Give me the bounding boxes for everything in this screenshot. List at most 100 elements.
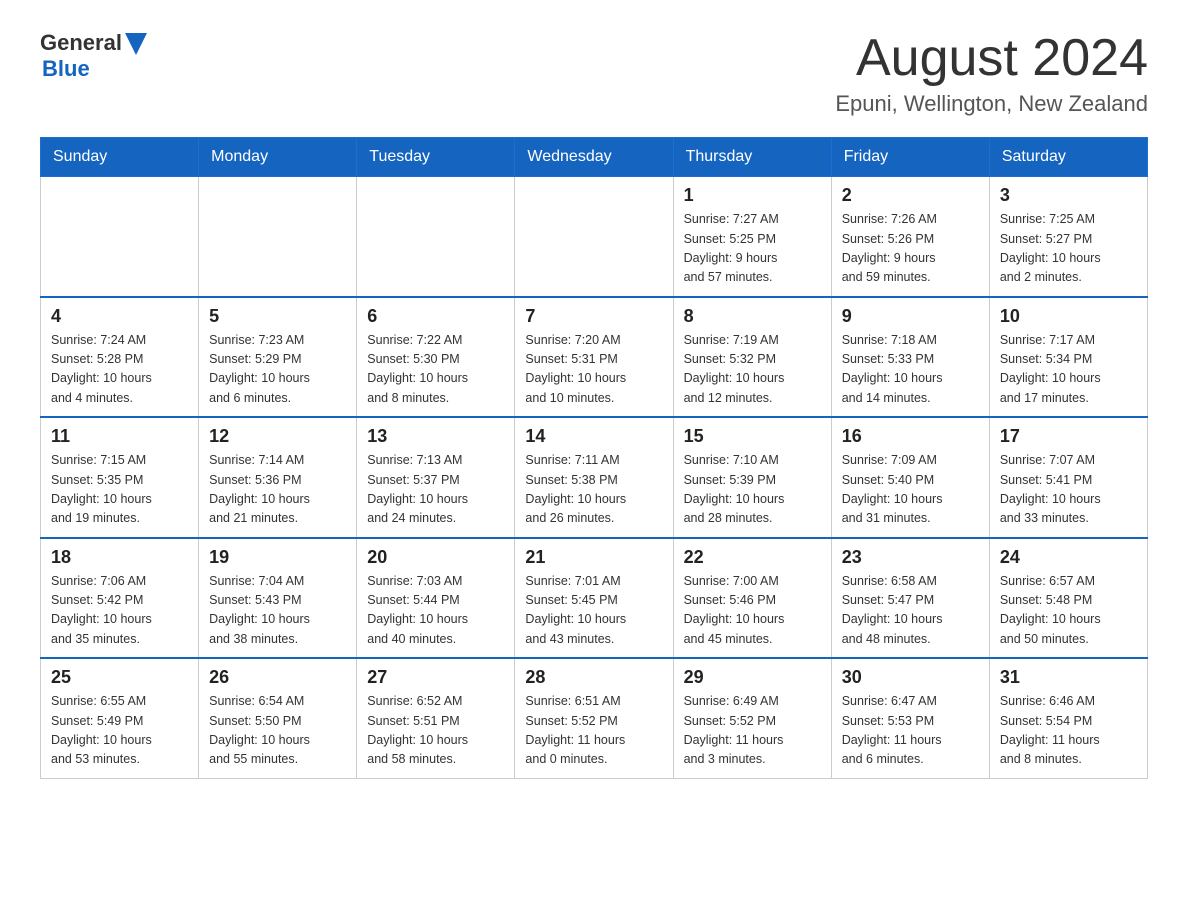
day-info: Sunrise: 7:13 AMSunset: 5:37 PMDaylight:… [367, 451, 504, 529]
day-number: 24 [1000, 547, 1137, 568]
calendar-cell: 23 Sunrise: 6:58 AMSunset: 5:47 PMDayligh… [831, 538, 989, 659]
day-info: Sunrise: 6:54 AMSunset: 5:50 PMDaylight:… [209, 692, 346, 770]
day-info: Sunrise: 7:24 AMSunset: 5:28 PMDaylight:… [51, 331, 188, 409]
calendar-cell: 16 Sunrise: 7:09 AMSunset: 5:40 PMDayligh… [831, 417, 989, 538]
calendar-cell: 9Sunrise: 7:18 AMSunset: 5:33 PMDaylight… [831, 297, 989, 418]
day-info: Sunrise: 7:22 AMSunset: 5:30 PMDaylight:… [367, 331, 504, 409]
day-number: 15 [684, 426, 821, 447]
day-number: 19 [209, 547, 346, 568]
day-number: 26 [209, 667, 346, 688]
location-title: Epuni, Wellington, New Zealand [835, 91, 1148, 117]
day-info: Sunrise: 7:14 AMSunset: 5:36 PMDaylight:… [209, 451, 346, 529]
day-info: Sunrise: 7:06 AMSunset: 5:42 PMDaylight:… [51, 572, 188, 650]
calendar-cell: 11Sunrise: 7:15 AMSunset: 5:35 PMDayligh… [41, 417, 199, 538]
day-number: 30 [842, 667, 979, 688]
day-info: Sunrise: 7:09 AMSunset: 5:40 PMDaylight:… [842, 451, 979, 529]
calendar-cell: 26 Sunrise: 6:54 AMSunset: 5:50 PMDayligh… [199, 658, 357, 778]
calendar-cell: 17Sunrise: 7:07 AMSunset: 5:41 PMDayligh… [989, 417, 1147, 538]
day-number: 1 [684, 185, 821, 206]
calendar-cell: 25 Sunrise: 6:55 AMSunset: 5:49 PMDayligh… [41, 658, 199, 778]
logo-triangle-icon [125, 33, 147, 55]
day-info: Sunrise: 7:23 AMSunset: 5:29 PMDaylight:… [209, 331, 346, 409]
day-info: Sunrise: 7:17 AMSunset: 5:34 PMDaylight:… [1000, 331, 1137, 409]
day-number: 20 [367, 547, 504, 568]
day-info: Sunrise: 6:46 AMSunset: 5:54 PMDaylight:… [1000, 692, 1137, 770]
day-info: Sunrise: 7:11 AMSunset: 5:38 PMDaylight:… [525, 451, 662, 529]
day-number: 25 [51, 667, 188, 688]
day-number: 31 [1000, 667, 1137, 688]
title-section: August 2024 Epuni, Wellington, New Zeala… [835, 30, 1148, 117]
calendar-cell: 2Sunrise: 7:26 AMSunset: 5:26 PMDaylight… [831, 177, 989, 297]
day-info: Sunrise: 7:27 AMSunset: 5:25 PMDaylight:… [684, 210, 821, 288]
calendar-cell: 14Sunrise: 7:11 AMSunset: 5:38 PMDayligh… [515, 417, 673, 538]
weekday-header-tuesday: Tuesday [357, 138, 515, 177]
day-info: Sunrise: 7:15 AMSunset: 5:35 PMDaylight:… [51, 451, 188, 529]
calendar-cell: 15 Sunrise: 7:10 AMSunset: 5:39 PMDayligh… [673, 417, 831, 538]
day-number: 8 [684, 306, 821, 327]
logo-general: General [40, 30, 122, 56]
month-title: August 2024 [835, 30, 1148, 87]
day-info: Sunrise: 7:10 AMSunset: 5:39 PMDaylight:… [684, 451, 821, 529]
day-number: 22 [684, 547, 821, 568]
calendar-cell: 7 Sunrise: 7:20 AMSunset: 5:31 PMDaylight… [515, 297, 673, 418]
day-info: Sunrise: 7:18 AMSunset: 5:33 PMDaylight:… [842, 331, 979, 409]
calendar-cell: 28Sunrise: 6:51 AMSunset: 5:52 PMDayligh… [515, 658, 673, 778]
calendar-cell: 19Sunrise: 7:04 AMSunset: 5:43 PMDayligh… [199, 538, 357, 659]
day-number: 7 [525, 306, 662, 327]
day-info: Sunrise: 6:51 AMSunset: 5:52 PMDaylight:… [525, 692, 662, 770]
calendar-week-3: 11Sunrise: 7:15 AMSunset: 5:35 PMDayligh… [41, 417, 1148, 538]
day-info: Sunrise: 6:47 AMSunset: 5:53 PMDaylight:… [842, 692, 979, 770]
calendar-cell: 10 Sunrise: 7:17 AMSunset: 5:34 PMDayligh… [989, 297, 1147, 418]
calendar-cell: 30 Sunrise: 6:47 AMSunset: 5:53 PMDayligh… [831, 658, 989, 778]
calendar-cell: 27 Sunrise: 6:52 AMSunset: 5:51 PMDayligh… [357, 658, 515, 778]
calendar-cell: 18 Sunrise: 7:06 AMSunset: 5:42 PMDayligh… [41, 538, 199, 659]
day-number: 13 [367, 426, 504, 447]
calendar-cell: 21Sunrise: 7:01 AMSunset: 5:45 PMDayligh… [515, 538, 673, 659]
calendar-cell: 5 Sunrise: 7:23 AMSunset: 5:29 PMDaylight… [199, 297, 357, 418]
day-number: 5 [209, 306, 346, 327]
logo: General Blue [40, 30, 147, 82]
weekday-header-friday: Friday [831, 138, 989, 177]
day-number: 29 [684, 667, 821, 688]
calendar-header-row: SundayMondayTuesdayWednesdayThursdayFrid… [41, 138, 1148, 177]
calendar-cell [515, 177, 673, 297]
day-number: 6 [367, 306, 504, 327]
weekday-header-saturday: Saturday [989, 138, 1147, 177]
calendar-week-1: 1 Sunrise: 7:27 AMSunset: 5:25 PMDaylight… [41, 177, 1148, 297]
day-info: Sunrise: 6:55 AMSunset: 5:49 PMDaylight:… [51, 692, 188, 770]
calendar-cell: 3Sunrise: 7:25 AMSunset: 5:27 PMDaylight… [989, 177, 1147, 297]
calendar-week-4: 18 Sunrise: 7:06 AMSunset: 5:42 PMDayligh… [41, 538, 1148, 659]
day-number: 16 [842, 426, 979, 447]
day-info: Sunrise: 6:52 AMSunset: 5:51 PMDaylight:… [367, 692, 504, 770]
logo-blue: Blue [42, 56, 147, 82]
calendar-cell [357, 177, 515, 297]
calendar-cell: 1 Sunrise: 7:27 AMSunset: 5:25 PMDaylight… [673, 177, 831, 297]
day-info: Sunrise: 7:00 AMSunset: 5:46 PMDaylight:… [684, 572, 821, 650]
day-info: Sunrise: 6:58 AMSunset: 5:47 PMDaylight:… [842, 572, 979, 650]
calendar-cell: 4Sunrise: 7:24 AMSunset: 5:28 PMDaylight… [41, 297, 199, 418]
day-number: 21 [525, 547, 662, 568]
calendar-week-5: 25 Sunrise: 6:55 AMSunset: 5:49 PMDayligh… [41, 658, 1148, 778]
day-number: 27 [367, 667, 504, 688]
day-number: 12 [209, 426, 346, 447]
day-info: Sunrise: 7:25 AMSunset: 5:27 PMDaylight:… [1000, 210, 1137, 288]
day-number: 10 [1000, 306, 1137, 327]
weekday-header-sunday: Sunday [41, 138, 199, 177]
weekday-header-monday: Monday [199, 138, 357, 177]
calendar-cell: 31 Sunrise: 6:46 AMSunset: 5:54 PMDayligh… [989, 658, 1147, 778]
calendar-cell [199, 177, 357, 297]
day-info: Sunrise: 7:26 AMSunset: 5:26 PMDaylight:… [842, 210, 979, 288]
calendar-week-2: 4Sunrise: 7:24 AMSunset: 5:28 PMDaylight… [41, 297, 1148, 418]
weekday-header-thursday: Thursday [673, 138, 831, 177]
day-info: Sunrise: 6:49 AMSunset: 5:52 PMDaylight:… [684, 692, 821, 770]
calendar-cell: 24Sunrise: 6:57 AMSunset: 5:48 PMDayligh… [989, 538, 1147, 659]
day-info: Sunrise: 7:07 AMSunset: 5:41 PMDaylight:… [1000, 451, 1137, 529]
calendar-cell: 22 Sunrise: 7:00 AMSunset: 5:46 PMDayligh… [673, 538, 831, 659]
day-info: Sunrise: 7:20 AMSunset: 5:31 PMDaylight:… [525, 331, 662, 409]
calendar-cell: 12 Sunrise: 7:14 AMSunset: 5:36 PMDayligh… [199, 417, 357, 538]
calendar-cell: 6 Sunrise: 7:22 AMSunset: 5:30 PMDaylight… [357, 297, 515, 418]
page-header: General Blue August 2024 Epuni, Wellingt… [40, 30, 1148, 117]
day-number: 23 [842, 547, 979, 568]
calendar-cell: 29 Sunrise: 6:49 AMSunset: 5:52 PMDayligh… [673, 658, 831, 778]
day-number: 18 [51, 547, 188, 568]
